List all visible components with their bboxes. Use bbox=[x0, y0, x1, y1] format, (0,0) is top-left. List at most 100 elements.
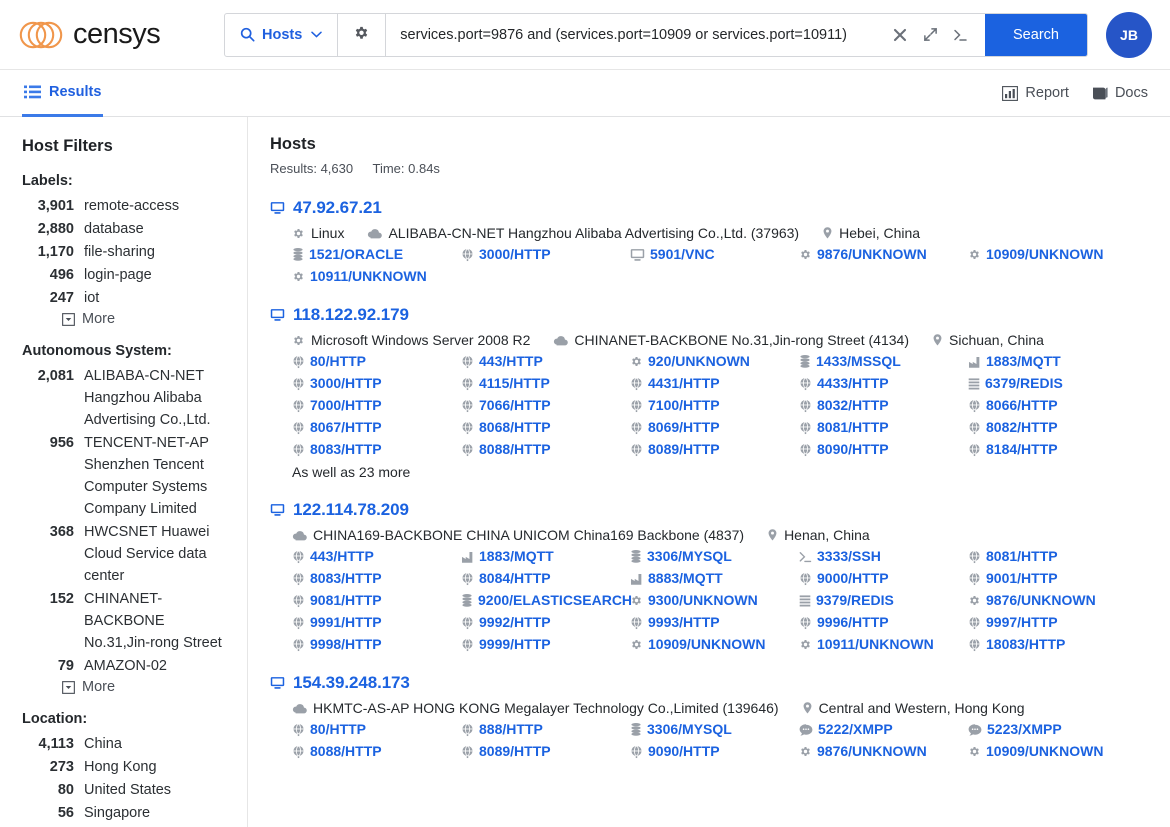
facet-item[interactable]: 79AMAZON-02 bbox=[22, 655, 233, 677]
port-link[interactable]: 9996/HTTP bbox=[799, 614, 968, 631]
port-link[interactable]: 9992/HTTP bbox=[461, 614, 630, 631]
port-link[interactable]: 920/UNKNOWN bbox=[630, 353, 799, 370]
port-link[interactable]: 9998/HTTP bbox=[292, 636, 461, 653]
port-link[interactable]: 8184/HTTP bbox=[968, 441, 1137, 458]
facet-item[interactable]: 1,170file-sharing bbox=[22, 241, 233, 263]
port-link[interactable]: 8069/HTTP bbox=[630, 419, 799, 436]
port-link[interactable]: 9200/ELASTICSEARCH bbox=[461, 592, 630, 609]
host-ip-link[interactable]: 122.114.78.209 bbox=[293, 500, 409, 520]
query-input-wrapper[interactable]: services.port=9876 and (services.port=10… bbox=[386, 14, 985, 56]
port-link[interactable]: 80/HTTP bbox=[292, 721, 461, 738]
port-link[interactable]: 9876/UNKNOWN bbox=[968, 592, 1137, 609]
port-link[interactable]: 8067/HTTP bbox=[292, 419, 461, 436]
facet-item[interactable]: 273Hong Kong bbox=[22, 756, 233, 778]
port-link[interactable]: 9090/HTTP bbox=[630, 743, 799, 760]
terminal-icon[interactable] bbox=[945, 27, 975, 43]
port-link[interactable]: 8883/MQTT bbox=[630, 570, 799, 587]
logo[interactable]: censys bbox=[18, 15, 208, 55]
port-link[interactable]: 9876/UNKNOWN bbox=[799, 246, 968, 263]
nav-link-docs[interactable]: Docs bbox=[1091, 85, 1148, 101]
port-link[interactable]: 3000/HTTP bbox=[461, 246, 630, 263]
facet-label[interactable]: login-page bbox=[84, 264, 152, 286]
port-link[interactable]: 8081/HTTP bbox=[968, 548, 1137, 565]
port-link[interactable]: 3306/MYSQL bbox=[630, 721, 799, 738]
facet-label[interactable]: iot bbox=[84, 287, 99, 309]
port-link[interactable]: 10909/UNKNOWN bbox=[630, 636, 799, 653]
facet-item[interactable]: 3,901remote-access bbox=[22, 195, 233, 217]
port-link[interactable]: 8090/HTTP bbox=[799, 441, 968, 458]
port-link[interactable]: 9300/UNKNOWN bbox=[630, 592, 799, 609]
port-link[interactable]: 9379/REDIS bbox=[799, 592, 968, 609]
port-link[interactable]: 3306/MYSQL bbox=[630, 548, 799, 565]
port-link[interactable]: 18083/HTTP bbox=[968, 636, 1137, 653]
port-link[interactable]: 9081/HTTP bbox=[292, 592, 461, 609]
facet-label[interactable]: Singapore bbox=[84, 802, 150, 824]
facet-item[interactable]: 152CHINANET-BACKBONE No.31,Jin-rong Stre… bbox=[22, 588, 233, 654]
port-link[interactable]: 8032/HTTP bbox=[799, 397, 968, 414]
port-link[interactable]: 8083/HTTP bbox=[292, 441, 461, 458]
port-link[interactable]: 10911/UNKNOWN bbox=[292, 268, 461, 285]
port-link[interactable]: 3333/SSH bbox=[799, 548, 968, 565]
port-link[interactable]: 8083/HTTP bbox=[292, 570, 461, 587]
port-link[interactable]: 8084/HTTP bbox=[461, 570, 630, 587]
port-link[interactable]: 80/HTTP bbox=[292, 353, 461, 370]
facet-item[interactable]: 2,081ALIBABA-CN-NET Hangzhou Alibaba Adv… bbox=[22, 365, 233, 431]
port-link[interactable]: 3000/HTTP bbox=[292, 375, 461, 392]
facet-label[interactable]: CHINANET-BACKBONE No.31,Jin-rong Street bbox=[84, 588, 233, 654]
port-link[interactable]: 7100/HTTP bbox=[630, 397, 799, 414]
facet-label[interactable]: China bbox=[84, 733, 122, 755]
port-link[interactable]: 10909/UNKNOWN bbox=[968, 246, 1137, 263]
port-link[interactable]: 5223/XMPP bbox=[968, 721, 1137, 738]
port-link[interactable]: 8088/HTTP bbox=[292, 743, 461, 760]
facet-label[interactable]: TENCENT-NET-AP Shenzhen Tencent Computer… bbox=[84, 432, 233, 520]
port-link[interactable]: 8068/HTTP bbox=[461, 419, 630, 436]
port-link[interactable]: 9001/HTTP bbox=[968, 570, 1137, 587]
port-link[interactable]: 5222/XMPP bbox=[799, 721, 968, 738]
port-link[interactable]: 9000/HTTP bbox=[799, 570, 968, 587]
port-link[interactable]: 8089/HTTP bbox=[461, 743, 630, 760]
port-link[interactable]: 443/HTTP bbox=[461, 353, 630, 370]
port-link[interactable]: 9876/UNKNOWN bbox=[799, 743, 968, 760]
port-link[interactable]: 9997/HTTP bbox=[968, 614, 1137, 631]
port-link[interactable]: 9991/HTTP bbox=[292, 614, 461, 631]
host-ip-link[interactable]: 154.39.248.173 bbox=[293, 673, 410, 693]
facet-label[interactable]: HWCSNET Huawei Cloud Service data center bbox=[84, 521, 233, 587]
port-link[interactable]: 1883/MQTT bbox=[461, 548, 630, 565]
search-input[interactable]: services.port=9876 and (services.port=10… bbox=[400, 27, 885, 43]
avatar[interactable]: JB bbox=[1106, 12, 1152, 58]
port-link[interactable]: 7000/HTTP bbox=[292, 397, 461, 414]
facet-item[interactable]: 80United States bbox=[22, 779, 233, 801]
facet-item[interactable]: 4,113China bbox=[22, 733, 233, 755]
index-select[interactable]: Hosts bbox=[225, 14, 338, 56]
port-link[interactable]: 4431/HTTP bbox=[630, 375, 799, 392]
facet-label[interactable]: remote-access bbox=[84, 195, 179, 217]
port-link[interactable]: 4433/HTTP bbox=[799, 375, 968, 392]
port-link[interactable]: 1883/MQTT bbox=[968, 353, 1137, 370]
facet-item[interactable]: 368HWCSNET Huawei Cloud Service data cen… bbox=[22, 521, 233, 587]
facet-item[interactable]: 56Singapore bbox=[22, 802, 233, 824]
facet-label[interactable]: Hong Kong bbox=[84, 756, 157, 778]
port-link[interactable]: 10909/UNKNOWN bbox=[968, 743, 1137, 760]
port-link[interactable]: 6379/REDIS bbox=[968, 375, 1137, 392]
facet-item[interactable]: 956TENCENT-NET-AP Shenzhen Tencent Compu… bbox=[22, 432, 233, 520]
clear-query-button[interactable] bbox=[885, 28, 915, 42]
facet-item[interactable]: 496login-page bbox=[22, 264, 233, 286]
port-link[interactable]: 9999/HTTP bbox=[461, 636, 630, 653]
port-link[interactable]: 8082/HTTP bbox=[968, 419, 1137, 436]
port-link[interactable]: 8088/HTTP bbox=[461, 441, 630, 458]
search-settings-button[interactable] bbox=[338, 14, 386, 56]
port-link[interactable]: 7066/HTTP bbox=[461, 397, 630, 414]
expand-query-button[interactable] bbox=[915, 27, 945, 42]
port-link[interactable]: 4115/HTTP bbox=[461, 375, 630, 392]
port-link[interactable]: 443/HTTP bbox=[292, 548, 461, 565]
port-link[interactable]: 9993/HTTP bbox=[630, 614, 799, 631]
facet-more-button[interactable]: More bbox=[62, 311, 233, 327]
facet-more-button[interactable]: More bbox=[62, 679, 233, 695]
facet-label[interactable]: ALIBABA-CN-NET Hangzhou Alibaba Advertis… bbox=[84, 365, 233, 431]
facet-label[interactable]: database bbox=[84, 218, 144, 240]
port-link[interactable]: 888/HTTP bbox=[461, 721, 630, 738]
port-link[interactable]: 8089/HTTP bbox=[630, 441, 799, 458]
facet-item[interactable]: 247iot bbox=[22, 287, 233, 309]
search-button[interactable]: Search bbox=[985, 14, 1087, 56]
facet-label[interactable]: AMAZON-02 bbox=[84, 655, 167, 677]
